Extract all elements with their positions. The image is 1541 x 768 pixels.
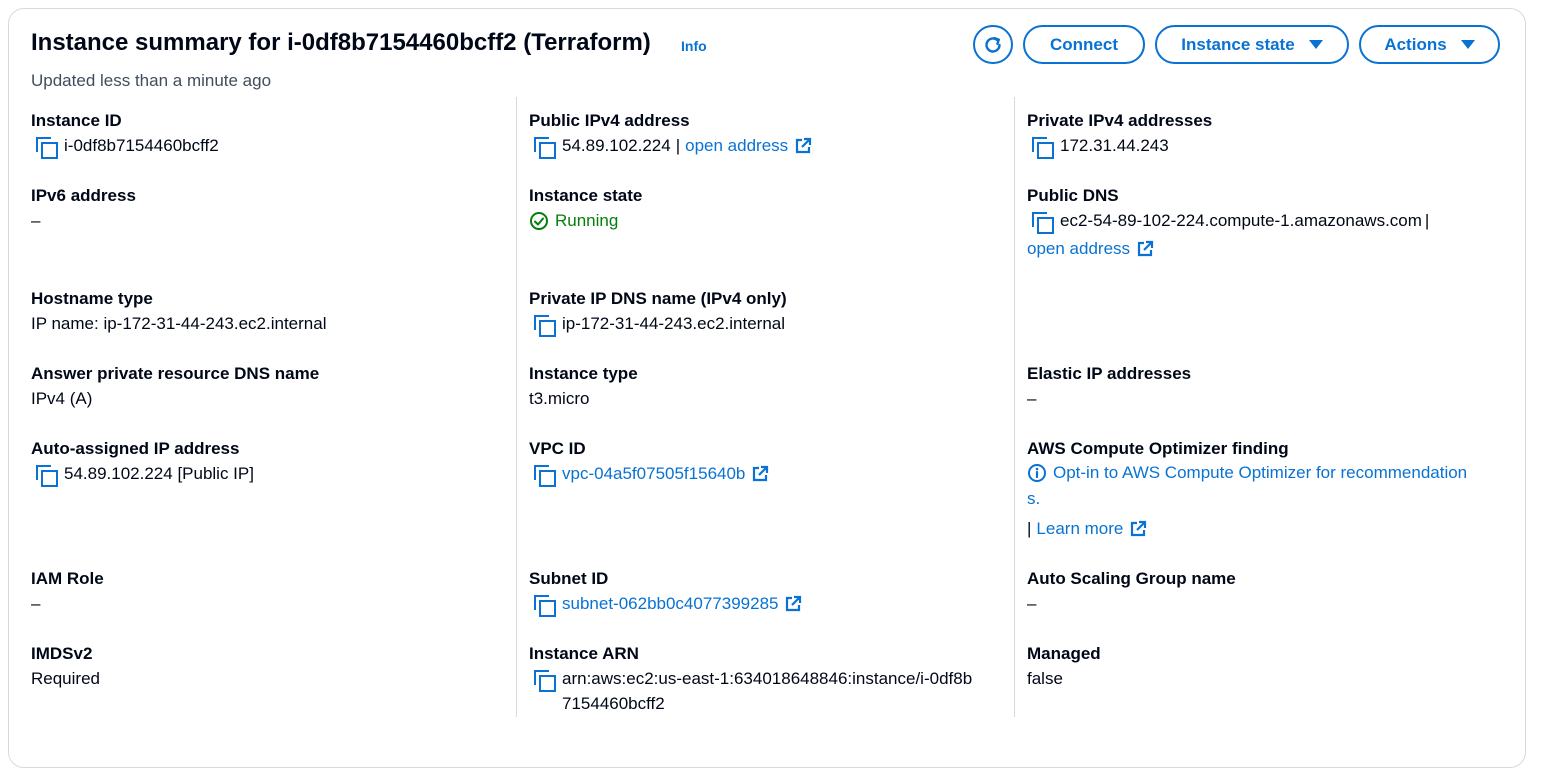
iam-role-label: IAM Role <box>31 569 104 588</box>
actions-button[interactable]: Actions <box>1359 25 1500 64</box>
connect-label: Connect <box>1050 34 1118 54</box>
public-ipv4-label: Public IPv4 address <box>529 111 690 130</box>
managed-value: false <box>1027 669 1063 688</box>
info-link[interactable]: Info <box>681 38 707 54</box>
instance-id-value: i-0df8b7154460bcff2 <box>34 135 219 159</box>
asg-value: – <box>1027 594 1037 613</box>
elastic-ip-label: Elastic IP addresses <box>1027 364 1192 383</box>
imdsv2-label: IMDSv2 <box>31 644 93 663</box>
imdsv2-value: Required <box>31 669 100 688</box>
managed-label: Managed <box>1027 644 1101 663</box>
info-circle-icon <box>1028 464 1046 482</box>
answer-dns-label: Answer private resource DNS name <box>31 364 320 383</box>
private-dns-label: Private IP DNS name (IPv4 only) <box>529 289 787 308</box>
public-ipv4-text: 54.89.102.224 <box>562 136 671 155</box>
instance-state-button[interactable]: Instance state <box>1155 25 1349 64</box>
external-link-icon <box>786 595 802 612</box>
vpc-id-link[interactable]: vpc-04a5f07505f15640b <box>562 464 745 484</box>
open-address-link[interactable]: open address <box>685 136 788 156</box>
learn-more-link[interactable]: Learn more <box>1036 519 1123 539</box>
public-dns-text: ec2-54-89-102-224.compute-1.amazonaws.co… <box>1060 211 1422 230</box>
instance-type-value: t3.micro <box>529 389 590 408</box>
instance-state-label: Instance state <box>1181 34 1295 54</box>
connect-button[interactable]: Connect <box>1023 25 1145 64</box>
copy-icon[interactable] <box>532 668 556 692</box>
separator: | <box>1424 211 1430 230</box>
copy-icon[interactable] <box>532 135 556 159</box>
auto-ip-label: Auto-assigned IP address <box>31 439 240 458</box>
external-link-icon <box>1137 240 1154 257</box>
optimizer-link-row: Opt-in to AWS Compute Optimizer for reco… <box>1027 463 1467 483</box>
subnet-id-label: Subnet ID <box>529 569 609 588</box>
instance-type-label: Instance type <box>529 364 638 383</box>
public-dns-label: Public DNS <box>1027 186 1119 205</box>
page-title: Instance summary for i-0df8b7154460bcff2… <box>31 29 651 56</box>
refresh-button[interactable] <box>973 25 1013 64</box>
elastic-ip-value: – <box>1027 389 1037 408</box>
updated-text: Updated less than a minute ago <box>31 71 272 90</box>
copy-icon[interactable] <box>532 313 556 337</box>
caret-down-icon <box>1460 40 1475 49</box>
external-link-icon <box>796 137 812 154</box>
external-link-icon <box>753 465 769 482</box>
instance-id-label: Instance ID <box>31 111 122 130</box>
copy-icon[interactable] <box>34 463 58 487</box>
iam-role-value: – <box>31 594 41 613</box>
private-dns-text: ip-172-31-44-243.ec2.internal <box>562 314 786 333</box>
refresh-icon <box>985 36 1001 53</box>
vpc-id-label: VPC ID <box>529 439 586 458</box>
subnet-id-value: subnet-062bb0c4077399285 <box>532 593 802 617</box>
optimizer-opt-in-link[interactable]: Opt-in to AWS Compute Optimizer for reco… <box>1053 463 1467 483</box>
vpc-id-value: vpc-04a5f07505f15640b <box>532 463 769 487</box>
instance-summary-panel <box>8 8 1526 768</box>
learn-more-row: | Learn more <box>1027 519 1147 539</box>
copy-icon[interactable] <box>34 135 58 159</box>
external-link-icon <box>1131 520 1147 537</box>
hostname-type-label: Hostname type <box>31 289 153 308</box>
caret-down-icon <box>1308 40 1323 49</box>
instance-state-field-label: Instance state <box>529 186 643 205</box>
subnet-id-link[interactable]: subnet-062bb0c4077399285 <box>562 594 778 614</box>
copy-icon[interactable] <box>532 463 556 487</box>
optimizer-label: AWS Compute Optimizer finding <box>1027 439 1289 458</box>
column-divider <box>1014 97 1015 717</box>
public-dns-open-address: open address <box>1027 239 1154 259</box>
public-dns-value: ec2-54-89-102-224.compute-1.amazonaws.co… <box>1030 210 1430 234</box>
answer-dns-value: IPv4 (A) <box>31 389 93 408</box>
instance-arn-label: Instance ARN <box>529 644 639 663</box>
instance-arn-text-line1: arn:aws:ec2:us-east-1:634018648846:insta… <box>562 669 973 688</box>
column-divider <box>516 97 517 717</box>
private-ipv4-value: 172.31.44.243 <box>1030 135 1169 159</box>
actions-label: Actions <box>1384 34 1447 54</box>
auto-ip-value: 54.89.102.224 [Public IP] <box>34 463 254 487</box>
separator: | <box>1027 519 1032 538</box>
optimizer-opt-in-link-line2[interactable]: s. <box>1027 489 1040 509</box>
private-dns-value: ip-172-31-44-243.ec2.internal <box>532 313 786 337</box>
asg-label: Auto Scaling Group name <box>1027 569 1236 588</box>
copy-icon[interactable] <box>532 593 556 617</box>
separator: | <box>675 136 681 155</box>
open-address-link[interactable]: open address <box>1027 239 1130 259</box>
instance-arn-value: arn:aws:ec2:us-east-1:634018648846:insta… <box>532 668 973 692</box>
running-text: Running <box>555 211 619 230</box>
copy-icon[interactable] <box>1030 210 1054 234</box>
hostname-type-value: IP name: ip-172-31-44-243.ec2.internal <box>31 314 327 333</box>
instance-state-value: Running <box>529 211 618 231</box>
ipv6-value: – <box>31 211 41 230</box>
copy-icon[interactable] <box>1030 135 1054 159</box>
private-ipv4-text: 172.31.44.243 <box>1060 136 1169 155</box>
auto-ip-text: 54.89.102.224 [Public IP] <box>64 464 254 483</box>
instance-arn-text-line2: 7154460bcff2 <box>562 694 665 713</box>
instance-id-text: i-0df8b7154460bcff2 <box>64 136 219 155</box>
ipv6-label: IPv6 address <box>31 186 136 205</box>
public-ipv4-value: 54.89.102.224 | open address <box>532 135 812 159</box>
private-ipv4-label: Private IPv4 addresses <box>1027 111 1213 130</box>
check-circle-icon <box>530 212 548 230</box>
